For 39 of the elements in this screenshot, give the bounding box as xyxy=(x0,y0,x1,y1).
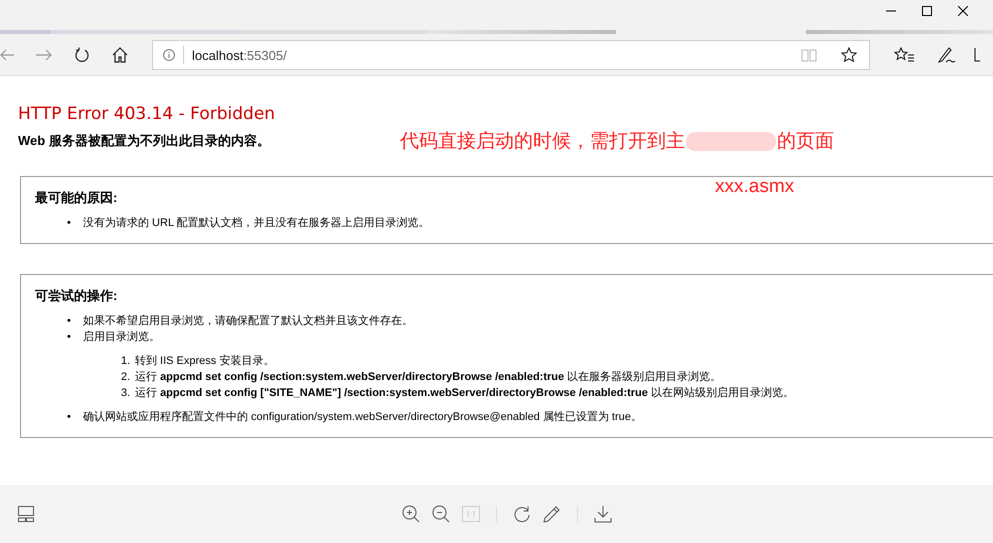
home-icon[interactable] xyxy=(112,47,128,63)
download-icon[interactable] xyxy=(594,505,612,523)
thumbnails-icon[interactable] xyxy=(18,506,34,522)
list-item: 没有为请求的 URL 配置默认文档，并且没有在服务器上启用目录浏览。 xyxy=(83,216,430,231)
section-heading: 最可能的原因: xyxy=(35,189,118,207)
zoom-in-icon[interactable] xyxy=(402,505,420,523)
zoom-out-icon[interactable] xyxy=(432,505,450,523)
bullet: • xyxy=(67,216,72,231)
error-description: Web 服务器被配置为不列出此目录的内容。 xyxy=(18,132,271,150)
step-number: 3. xyxy=(121,386,132,401)
refresh-icon[interactable] xyxy=(74,47,90,63)
step-item: 运行 appcmd set config /section:system.webServer/directoryBrowse /enabled:true 以在服务器级别启用目录浏览。 xyxy=(135,370,722,385)
close-icon[interactable] xyxy=(958,6,968,16)
info-icon[interactable] xyxy=(163,49,175,61)
back-arrow-icon[interactable] xyxy=(0,48,14,62)
section-heading: 可尝试的操作: xyxy=(35,287,118,305)
favorites-list-icon[interactable] xyxy=(894,47,914,63)
pen-icon[interactable] xyxy=(938,46,956,64)
forward-arrow-icon[interactable] xyxy=(36,48,52,62)
step-item: 运行 appcmd set config ["SITE_NAME"] /section:system.webServer/directoryBrowse /enabled:true 以在网站级别启用目录浏览。 xyxy=(135,386,794,401)
annotation-text: xxx.asmx xyxy=(715,176,794,198)
bullet: • xyxy=(67,330,72,345)
star-icon[interactable] xyxy=(841,47,857,63)
error-title: HTTP Error 403.14 - Forbidden xyxy=(18,104,276,124)
step-number: 1. xyxy=(121,354,132,369)
address-bar[interactable]: localhost:55305/ xyxy=(152,40,870,70)
step-item: 转到 IIS Express 安装目录。 xyxy=(135,354,274,369)
list-item: 启用目录浏览。 xyxy=(83,330,160,345)
bullet: • xyxy=(67,410,72,425)
bullet: • xyxy=(67,314,72,329)
pencil-icon[interactable] xyxy=(543,505,561,523)
url-text: localhost:55305/ xyxy=(192,48,287,62)
maximize-icon[interactable] xyxy=(922,6,932,16)
annotation-text: 的页面 xyxy=(777,130,834,154)
list-item: 确认网站或应用程序配置文件中的 configuration/system.webServer/directoryBrowse@enabled 属性已设置为 true。 xyxy=(83,410,642,425)
rotate-icon[interactable] xyxy=(513,505,531,523)
annotation-text: 代码直接启动的时候，需打开到主 xyxy=(400,130,685,154)
step-number: 2. xyxy=(121,370,132,385)
list-item: 如果不希望启用目录浏览，请确保配置了默认文档并且该文件存在。 xyxy=(83,314,413,329)
